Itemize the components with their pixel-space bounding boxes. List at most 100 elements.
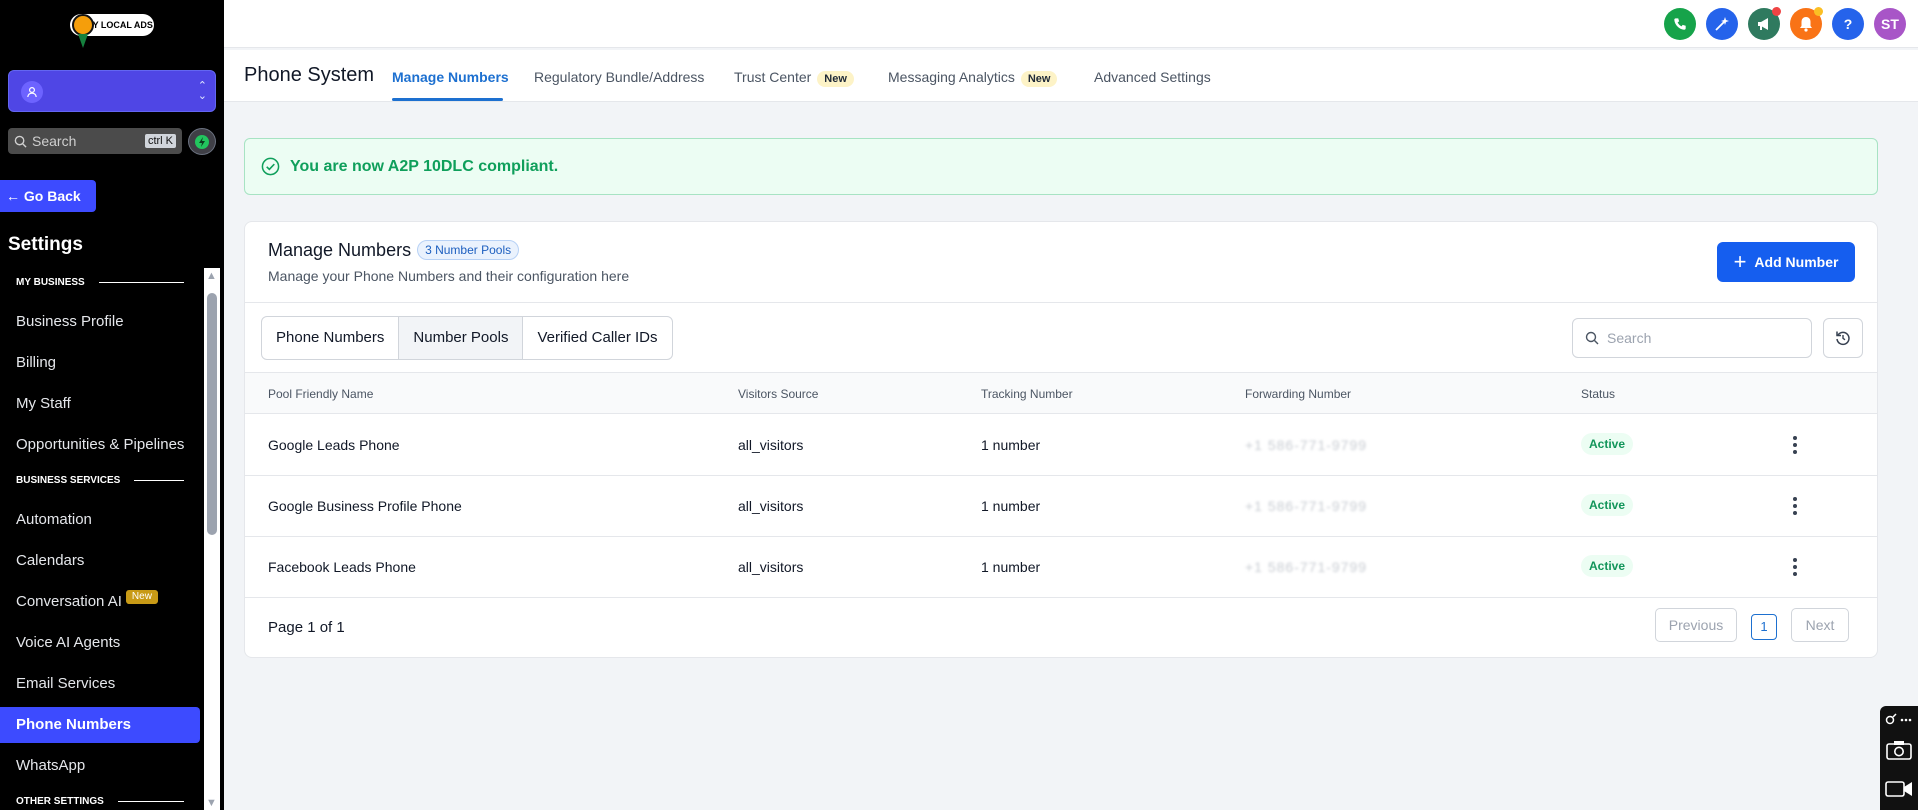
account-switcher[interactable]: ⌃ ⌄ xyxy=(8,70,216,112)
video-camera-icon[interactable] xyxy=(1885,780,1913,798)
sidebar-item-label: Conversation AI xyxy=(16,593,122,610)
segment-phone-numbers[interactable]: Phone Numbers xyxy=(262,317,400,359)
new-badge: New xyxy=(817,71,854,87)
scroll-down-arrow-icon[interactable]: ▼ xyxy=(206,797,217,809)
phone-call-button[interactable] xyxy=(1664,8,1696,40)
tab-label: Messaging Analytics xyxy=(888,69,1015,85)
more-options-icon[interactable] xyxy=(1785,494,1805,518)
phone-system-header: Phone System Manage Numbers Regulatory B… xyxy=(224,50,1918,102)
tab-advanced-settings[interactable]: Advanced Settings xyxy=(1094,69,1211,85)
sidebar-item-billing[interactable]: Billing xyxy=(0,345,200,381)
tab-messaging-analytics[interactable]: Messaging Analytics New xyxy=(888,69,1058,87)
pagination-text: Page 1 of 1 xyxy=(268,619,345,636)
sidebar: MY LOCAL ADS ⌃ ⌄ Search ctrl K ← Go Back … xyxy=(0,0,224,810)
segment-number-pools[interactable]: Number Pools xyxy=(399,317,524,359)
section-my-business: MY BUSINESS xyxy=(16,277,184,288)
section-divider xyxy=(117,801,184,802)
segment-verified-caller-ids[interactable]: Verified Caller IDs xyxy=(523,317,671,359)
logo[interactable]: MY LOCAL ADS xyxy=(70,14,154,52)
sidebar-item-whatsapp[interactable]: WhatsApp xyxy=(0,748,200,784)
status-badge: Active xyxy=(1581,433,1634,455)
link-icon[interactable] xyxy=(1884,713,1914,727)
camera-icon[interactable] xyxy=(1886,740,1912,760)
search-placeholder: Search xyxy=(1607,330,1652,346)
manage-numbers-card: Manage Numbers 3 Number Pools Manage your… xyxy=(244,221,1878,658)
sidebar-item-phone-numbers[interactable]: Phone Numbers xyxy=(0,707,200,743)
account-avatar-icon xyxy=(21,81,43,103)
pool-name: Facebook Leads Phone xyxy=(268,559,416,575)
check-circle-icon xyxy=(261,157,280,176)
card-title-text: Manage Numbers xyxy=(268,240,412,260)
megaphone-icon xyxy=(1758,18,1768,30)
search-shortcut: ctrl K xyxy=(144,134,176,148)
sidebar-item-voice-ai-agents[interactable]: Voice AI Agents xyxy=(0,625,200,661)
capture-toolbar xyxy=(1880,706,1918,810)
pool-name: Google Leads Phone xyxy=(268,437,400,453)
sidebar-search[interactable]: Search ctrl K xyxy=(8,128,182,154)
table-row[interactable]: Google Business Profile Phone all_visito… xyxy=(245,476,1877,537)
tracking-number: 1 number xyxy=(981,437,1041,453)
tracking-number: 1 number xyxy=(981,559,1041,575)
scrollbar-thumb[interactable] xyxy=(207,293,217,535)
tab-label: Trust Center xyxy=(734,69,812,85)
sidebar-item-calendars[interactable]: Calendars xyxy=(0,543,200,579)
announcements-button[interactable] xyxy=(1748,7,1781,40)
page-title: Phone System xyxy=(244,64,375,86)
settings-title: Settings xyxy=(8,234,83,255)
previous-page-button[interactable]: Previous xyxy=(1655,608,1737,642)
sidebar-item-my-staff[interactable]: My Staff xyxy=(0,386,200,422)
visitors-source: all_visitors xyxy=(738,498,804,514)
phone-icon xyxy=(1674,18,1686,30)
add-number-button[interactable]: + Add Number xyxy=(1717,242,1855,282)
refresh-icon xyxy=(1836,331,1850,346)
tracking-number: 1 number xyxy=(981,498,1041,514)
search-icon xyxy=(1585,331,1599,345)
column-header: Status xyxy=(1581,387,1616,401)
forwarding-number: +1 586-771-9799 xyxy=(1245,559,1368,575)
scroll-up-arrow-icon[interactable]: ▲ xyxy=(206,270,217,282)
ai-assistant-button[interactable] xyxy=(1706,8,1738,40)
visitors-source: all_visitors xyxy=(738,559,804,575)
user-avatar[interactable]: ST xyxy=(1874,8,1906,40)
app-root: MY LOCAL ADS ⌃ ⌄ Search ctrl K ← Go Back … xyxy=(0,0,1918,810)
more-options-icon[interactable] xyxy=(1785,433,1805,457)
notifications-button[interactable] xyxy=(1790,7,1823,40)
notification-dot xyxy=(1814,7,1823,16)
help-button[interactable]: ? xyxy=(1832,8,1864,40)
sidebar-item-business-profile[interactable]: Business Profile xyxy=(0,304,200,340)
table-row[interactable]: Google Leads Phone all_visitors 1 number… xyxy=(245,415,1877,476)
forwarding-number: +1 586-771-9799 xyxy=(1245,498,1368,514)
section-business-services: BUSINESS SERVICES xyxy=(16,475,184,486)
pool-name: Google Business Profile Phone xyxy=(268,498,462,514)
logo-pin-icon xyxy=(72,14,94,36)
sidebar-item-conversation-ai[interactable]: Conversation AI New xyxy=(0,584,200,620)
tab-regulatory-bundle[interactable]: Regulatory Bundle/Address xyxy=(534,69,704,85)
plus-icon: + xyxy=(1733,249,1747,274)
bell-icon xyxy=(1800,17,1812,32)
search-icon xyxy=(14,135,27,148)
sidebar-search-placeholder: Search xyxy=(32,133,77,149)
section-label: OTHER SETTINGS xyxy=(16,796,104,807)
more-options-icon[interactable] xyxy=(1785,555,1805,579)
column-header: Visitors Source xyxy=(738,387,819,401)
section-label: BUSINESS SERVICES xyxy=(16,475,121,486)
section-other-settings: OTHER SETTINGS xyxy=(16,796,184,807)
table-row[interactable]: Facebook Leads Phone all_visitors 1 numb… xyxy=(245,537,1877,598)
new-badge: New xyxy=(1020,71,1058,87)
tab-trust-center[interactable]: Trust Center New xyxy=(734,69,854,87)
next-page-button[interactable]: Next xyxy=(1791,608,1849,642)
quick-action-bolt-button[interactable] xyxy=(188,128,216,155)
table-search-input[interactable]: Search xyxy=(1572,318,1812,358)
sidebar-item-opportunities[interactable]: Opportunities & Pipelines xyxy=(0,427,200,463)
sidebar-item-automation[interactable]: Automation xyxy=(0,502,200,538)
active-tab-indicator xyxy=(392,98,503,101)
visitors-source: all_visitors xyxy=(738,437,804,453)
status-badge: Active xyxy=(1581,494,1634,516)
sidebar-item-email-services[interactable]: Email Services xyxy=(0,666,200,702)
tab-manage-numbers[interactable]: Manage Numbers xyxy=(392,69,509,85)
compliance-alert: You are now A2P 10DLC compliant. xyxy=(244,138,1878,195)
column-header: Tracking Number xyxy=(981,387,1073,401)
refresh-button[interactable] xyxy=(1823,318,1863,358)
go-back-button[interactable]: ← Go Back xyxy=(0,180,96,212)
page-number-button[interactable]: 1 xyxy=(1751,614,1777,640)
